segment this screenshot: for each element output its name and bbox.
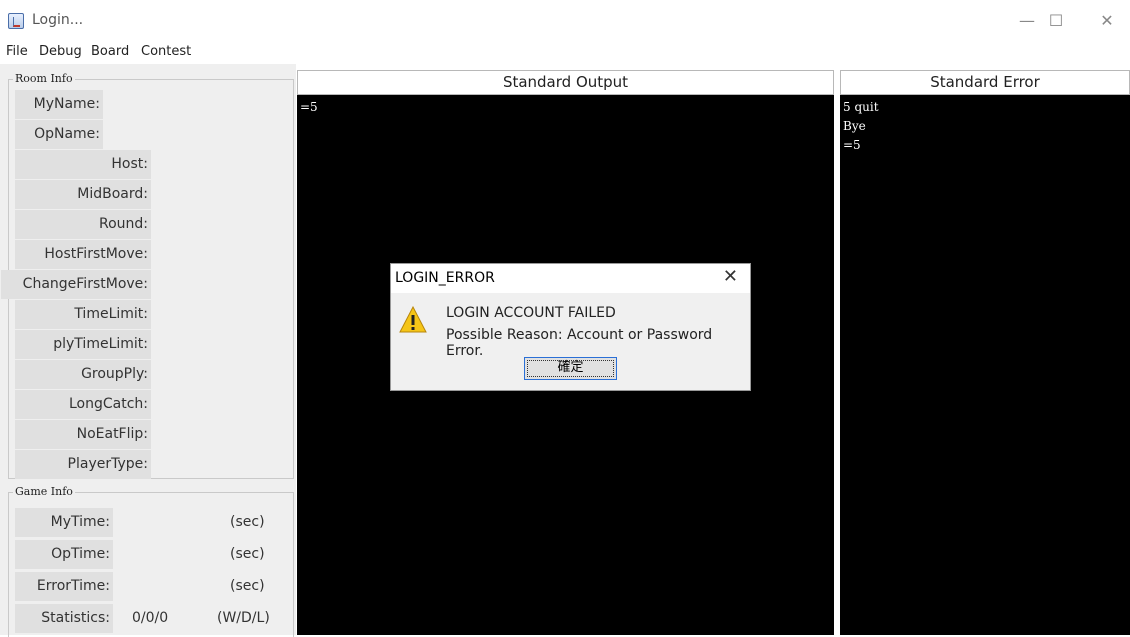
close-button[interactable]: ✕	[1092, 8, 1122, 34]
dialog-message-reason: Possible Reason: Account or Password Err…	[446, 327, 713, 359]
field-noeatflip: NoEatFlip:	[15, 420, 151, 449]
dialog-title: LOGIN_ERROR	[395, 270, 495, 286]
game-info-title: Game Info	[13, 485, 75, 498]
field-changefirstmove: ChangeFirstMove:	[1, 270, 151, 299]
field-playertype: PlayerType:	[15, 450, 151, 479]
stderr-header: Standard Error	[840, 70, 1130, 95]
field-host: Host:	[15, 150, 151, 179]
errortime-unit: (sec)	[230, 578, 265, 594]
dialog-message-title: LOGIN ACCOUNT FAILED	[446, 305, 616, 321]
room-info-title: Room Info	[13, 72, 75, 85]
stderr-panel[interactable]: Standard Error 5 quit Bye =5	[840, 70, 1130, 635]
field-opname: OpName:	[15, 120, 103, 149]
field-hostfirstmove: HostFirstMove:	[15, 240, 151, 269]
field-myname: MyName:	[15, 90, 103, 119]
mytime-label: MyTime:	[15, 508, 113, 537]
field-round: Round:	[15, 210, 151, 239]
warning-icon	[399, 306, 427, 333]
optime-unit: (sec)	[230, 546, 265, 562]
menu-contest[interactable]: Contest	[141, 44, 191, 59]
statistics-unit: (W/D/L)	[217, 610, 270, 626]
field-midboard: MidBoard:	[15, 180, 151, 209]
ok-button[interactable]: 確定	[524, 357, 617, 380]
info-sidebar: Room Info MyName: OpName: Host: MidBoard…	[0, 64, 296, 637]
field-plytimelimit: plyTimeLimit:	[15, 330, 151, 359]
minimize-button[interactable]: —	[1012, 8, 1042, 34]
menu-board[interactable]: Board	[91, 44, 129, 59]
menu-debug[interactable]: Debug	[39, 44, 82, 59]
login-error-dialog: LOGIN_ERROR ✕ LOGIN ACCOUNT FAILED Possi…	[390, 263, 751, 391]
stderr-text[interactable]: 5 quit Bye =5	[843, 98, 1130, 635]
dialog-title-bar: LOGIN_ERROR ✕	[391, 264, 750, 293]
game-info-group: Game Info MyTime: (sec) OpTime: (sec) Er…	[8, 485, 294, 637]
field-timelimit: TimeLimit:	[15, 300, 151, 329]
statistics-value: 0/0/0	[132, 610, 169, 626]
title-bar: Login... — ☐ ✕	[0, 0, 1130, 42]
mytime-unit: (sec)	[230, 514, 265, 530]
window-title: Login...	[32, 12, 84, 28]
field-groupply: GroupPly:	[15, 360, 151, 389]
field-longcatch: LongCatch:	[15, 390, 151, 419]
maximize-button[interactable]: ☐	[1041, 8, 1071, 34]
dialog-close-button[interactable]: ✕	[723, 266, 738, 287]
errortime-label: ErrorTime:	[15, 572, 113, 601]
statistics-label: Statistics:	[15, 604, 113, 633]
room-info-group: Room Info MyName: OpName: Host: MidBoard…	[1, 72, 294, 479]
optime-label: OpTime:	[15, 540, 113, 569]
menu-file[interactable]: File	[6, 44, 28, 59]
menu-bar: File Debug Board Contest	[0, 42, 1130, 62]
java-app-icon	[8, 13, 24, 29]
stdout-header: Standard Output	[297, 70, 834, 95]
